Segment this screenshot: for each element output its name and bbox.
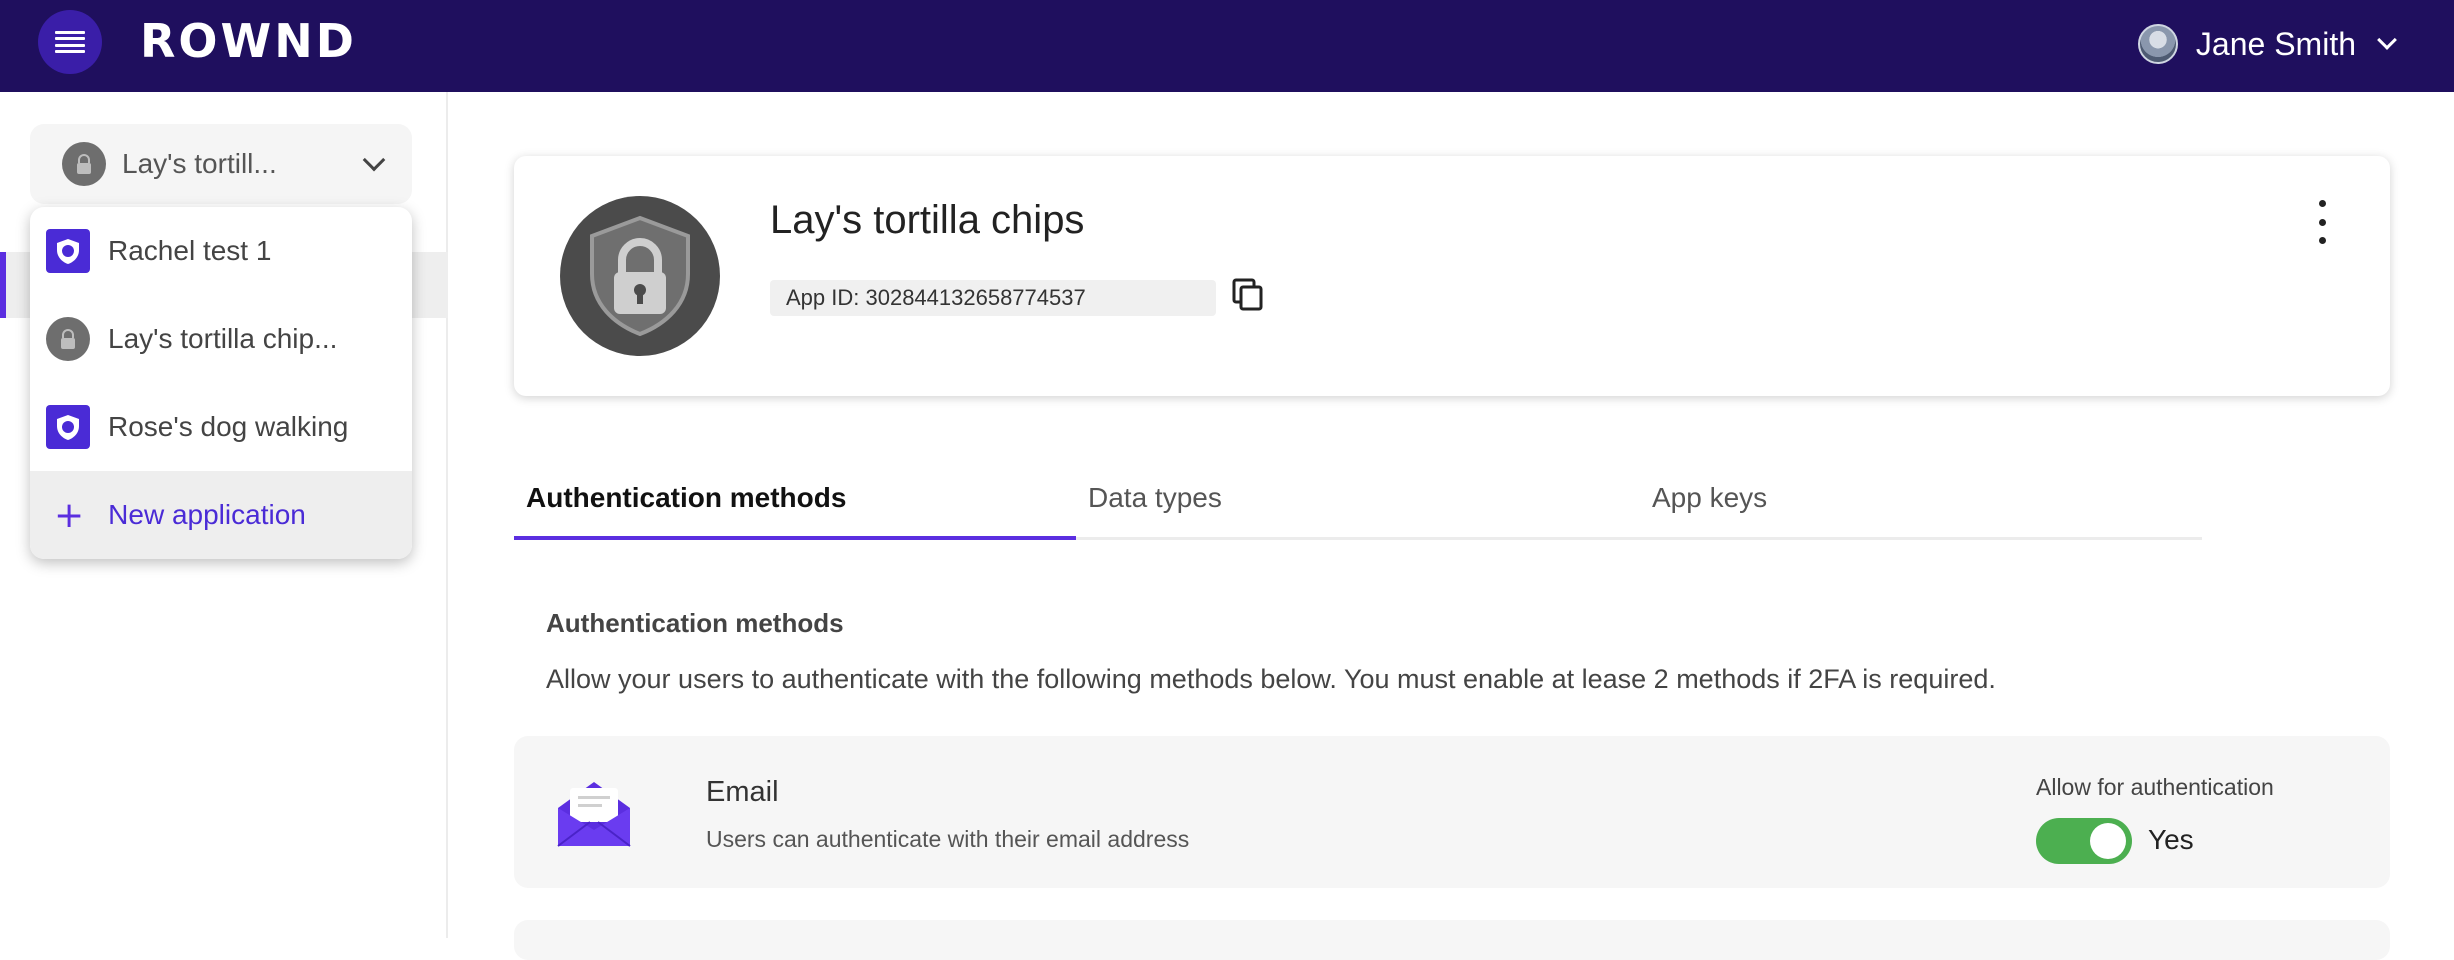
hamburger-icon <box>55 31 85 53</box>
copy-icon[interactable] <box>1232 278 1264 312</box>
method-name: Email <box>706 776 779 808</box>
section-description: Allow your users to authenticate with th… <box>546 664 1996 694</box>
new-application-button[interactable]: + New application <box>30 471 412 559</box>
app-selector-label: Lay's tortill... <box>122 148 277 179</box>
section-title: Authentication methods <box>546 608 844 638</box>
menu-item-label: Rachel test 1 <box>108 235 272 266</box>
email-envelope-icon <box>554 778 634 850</box>
menu-item-app[interactable]: Rose's dog walking <box>30 383 412 471</box>
app-lock-logo-icon <box>560 196 720 356</box>
app-title: Lay's tortilla chips <box>770 198 1085 242</box>
chevron-down-icon <box>362 148 386 172</box>
email-auth-toggle[interactable] <box>2036 818 2132 864</box>
new-application-label: New application <box>108 499 306 530</box>
tab-data-types[interactable]: Data types <box>1088 464 1488 540</box>
user-name: Jane Smith <box>2195 25 2356 62</box>
menu-button[interactable] <box>38 10 102 74</box>
menu-item-label: Rose's dog walking <box>108 411 349 442</box>
toggle-state-label: Yes <box>2148 824 2194 855</box>
plus-icon: + <box>54 494 85 536</box>
app-selector[interactable]: Lay's tortill... <box>30 124 412 204</box>
menu-item-label: Lay's tortilla chip... <box>108 323 338 354</box>
menu-item-app[interactable]: Rachel test 1 <box>30 207 412 295</box>
shield-logo-icon <box>46 405 90 449</box>
auth-method-email: Email Users can authenticate with their … <box>514 736 2390 888</box>
tab-bar: Authentication methods Data types App ke… <box>514 464 2202 540</box>
app-id-field: App ID: 302844132658774537 <box>770 280 1216 316</box>
more-options-icon[interactable] <box>2312 200 2332 244</box>
app-info-card: Lay's tortilla chips App ID: 30284413265… <box>514 156 2390 396</box>
method-description: Users can authenticate with their email … <box>706 826 1190 852</box>
user-menu[interactable]: Jane Smith <box>2137 18 2397 70</box>
allow-label: Allow for authentication <box>2036 774 2274 800</box>
brand-logo: ROWND <box>140 14 357 68</box>
auth-method-next <box>514 920 2390 960</box>
toggle-knob <box>2090 823 2126 859</box>
menu-item-app[interactable]: Lay's tortilla chip... <box>30 295 412 383</box>
tab-authentication-methods[interactable]: Authentication methods <box>514 464 1076 540</box>
avatar <box>2137 24 2178 64</box>
shield-logo-icon <box>46 229 90 273</box>
top-app-bar: ROWND Jane Smith <box>0 0 2454 92</box>
chevron-down-icon <box>2377 30 2397 50</box>
lock-icon <box>46 317 90 361</box>
tab-app-keys[interactable]: App keys <box>1652 464 2052 540</box>
lock-icon <box>62 142 106 186</box>
app-dropdown-menu: Rachel test 1 Lay's tortilla chip... Ros… <box>30 207 412 559</box>
